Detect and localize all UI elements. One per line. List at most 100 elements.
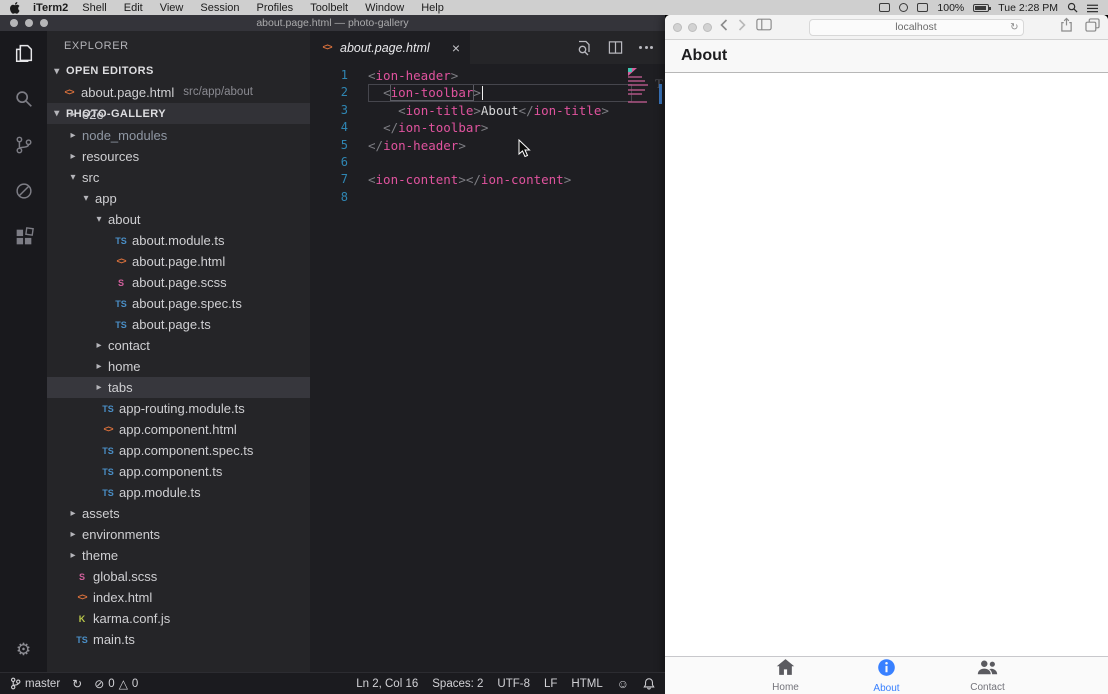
notifications-bell-icon[interactable]	[643, 677, 655, 690]
tree-file-app.component.html[interactable]: <>app.component.html	[47, 419, 310, 440]
editor-scrollbar[interactable]	[659, 84, 662, 104]
chevron-right-icon: ▸	[68, 550, 78, 561]
line-number: 3	[310, 102, 350, 119]
sidebar-toggle-icon[interactable]	[756, 18, 772, 36]
safari-window-controls[interactable]	[673, 23, 712, 32]
editor-area: <> about.page.html × 1<ion-header>2 <ion…	[310, 31, 665, 672]
source-control-icon[interactable]	[12, 133, 36, 157]
tree-file-app.component.ts[interactable]: TSapp.component.ts	[47, 461, 310, 482]
extensions-icon[interactable]	[12, 225, 36, 249]
tree-file-about.page.ts[interactable]: TSabout.page.ts	[47, 314, 310, 335]
status-item[interactable]: UTF-8	[497, 678, 530, 690]
problems-indicator[interactable]: ⊘ 0 △ 0	[94, 677, 138, 691]
tree-file-about.module.ts[interactable]: TSabout.module.ts	[47, 230, 310, 251]
chevron-right-icon: ▸	[68, 508, 78, 519]
tab-close-icon[interactable]: ×	[452, 40, 460, 56]
tree-folder-home[interactable]: ▸home	[47, 356, 310, 377]
vscode-title-bar[interactable]: about.page.html — photo-gallery	[0, 15, 665, 31]
mouse-cursor	[518, 139, 531, 163]
notification-center-icon[interactable]	[1087, 3, 1098, 13]
minimap[interactable]	[628, 68, 648, 105]
back-icon[interactable]	[720, 18, 728, 36]
spotlight-icon[interactable]	[1067, 2, 1078, 13]
forward-icon[interactable]	[738, 18, 746, 36]
tree-file-app.module.ts[interactable]: TSapp.module.ts	[47, 482, 310, 503]
tree-file-index.html[interactable]: <>index.html	[47, 587, 310, 608]
tree-item-label: theme	[82, 548, 118, 563]
menu-edit[interactable]: Edit	[124, 2, 143, 14]
refresh-icon[interactable]: ↻	[1010, 22, 1018, 33]
branch-indicator[interactable]: master	[10, 677, 60, 690]
tree-file-karma.conf.js[interactable]: Kkarma.conf.js	[47, 608, 310, 629]
menu-toolbelt[interactable]: Toolbelt	[310, 2, 348, 14]
tab-contact[interactable]: Contact	[937, 657, 1038, 694]
tree-folder-assets[interactable]: ▸assets	[47, 503, 310, 524]
code-line-1[interactable]: 1<ion-header>	[310, 67, 665, 84]
more-actions-icon[interactable]	[639, 46, 653, 49]
code-line-2[interactable]: 2 <ion-toolbar>	[310, 84, 665, 101]
tree-file-main.ts[interactable]: TSmain.ts	[47, 629, 310, 650]
tree-file-global.scss[interactable]: Sglobal.scss	[47, 566, 310, 587]
code-line-4[interactable]: 4 </ion-toolbar>	[310, 119, 665, 136]
menu-shell[interactable]: Shell	[82, 2, 106, 14]
status-item[interactable]: Ln 2, Col 16	[356, 678, 418, 690]
explorer-title: EXPLORER	[47, 31, 310, 61]
tree-folder-e2e[interactable]: ▸e2e	[47, 104, 310, 125]
sync-icon[interactable]: ↻	[72, 677, 82, 691]
tree-file-app-routing.module.ts[interactable]: TSapp-routing.module.ts	[47, 398, 310, 419]
menubar-misc-icon-1[interactable]	[879, 3, 890, 12]
menu-help[interactable]: Help	[421, 2, 444, 14]
tree-folder-environments[interactable]: ▸environments	[47, 524, 310, 545]
menubar-app-name[interactable]: iTerm2	[33, 2, 68, 14]
open-editor-item[interactable]: <> about.page.html src/app/about	[47, 81, 310, 103]
tree-folder-src[interactable]: ▾src	[47, 167, 310, 188]
chevron-right-icon: ▸	[94, 361, 104, 372]
ts-file-icon: TS	[114, 320, 128, 330]
menubar-misc-icon-2[interactable]	[899, 3, 908, 12]
split-editor-icon[interactable]	[608, 40, 623, 55]
feedback-smiley-icon[interactable]: ☺	[617, 677, 629, 691]
tree-folder-about[interactable]: ▾about	[47, 209, 310, 230]
tree-file-about.page.html[interactable]: <>about.page.html	[47, 251, 310, 272]
tree-folder-resources[interactable]: ▸resources	[47, 146, 310, 167]
address-bar[interactable]: localhost ↻	[809, 19, 1024, 36]
status-item[interactable]: Spaces: 2	[432, 678, 483, 690]
tab-about-page-html[interactable]: <> about.page.html ×	[310, 31, 470, 64]
tree-folder-node_modules[interactable]: ▸node_modules	[47, 125, 310, 146]
tree-file-app.component.spec.ts[interactable]: TSapp.component.spec.ts	[47, 440, 310, 461]
explorer-icon[interactable]	[12, 41, 36, 65]
tree-file-about.page.scss[interactable]: Sabout.page.scss	[47, 272, 310, 293]
vscode-window-controls[interactable]	[10, 19, 48, 27]
tabs-overview-icon[interactable]	[1085, 18, 1100, 37]
status-item[interactable]: LF	[544, 678, 557, 690]
code-line-8[interactable]: 8	[310, 189, 665, 206]
code-line-5[interactable]: 5</ion-header>	[310, 137, 665, 154]
menu-profiles[interactable]: Profiles	[257, 2, 294, 14]
share-icon[interactable]	[1060, 17, 1073, 37]
menubar-misc-icon-3[interactable]	[917, 3, 928, 12]
apple-menu-icon[interactable]	[10, 2, 21, 14]
open-editors-header[interactable]: ▾ OPEN EDITORS	[47, 61, 310, 81]
tree-file-about.page.spec.ts[interactable]: TSabout.page.spec.ts	[47, 293, 310, 314]
tree-folder-contact[interactable]: ▸contact	[47, 335, 310, 356]
menubar-clock[interactable]: Tue 2:28 PM	[998, 2, 1058, 14]
code-line-7[interactable]: 7<ion-content></ion-content>	[310, 171, 665, 188]
menu-session[interactable]: Session	[200, 2, 239, 14]
code-line-3[interactable]: 3 <ion-title>About</ion-title>	[310, 102, 665, 119]
text-cursor	[482, 86, 484, 100]
tree-folder-app[interactable]: ▾app	[47, 188, 310, 209]
status-item[interactable]: HTML	[571, 678, 602, 690]
tree-folder-tabs[interactable]: ▸tabs	[47, 377, 310, 398]
menu-window[interactable]: Window	[365, 2, 404, 14]
tab-home[interactable]: Home	[735, 657, 836, 694]
code-editor[interactable]: 1<ion-header>2 <ion-toolbar>3 <ion-title…	[310, 64, 665, 672]
open-changes-icon[interactable]	[576, 40, 592, 56]
battery-icon[interactable]	[973, 4, 989, 12]
search-icon[interactable]	[12, 87, 36, 111]
code-line-6[interactable]: 6	[310, 154, 665, 171]
menu-view[interactable]: View	[160, 2, 184, 14]
settings-gear-icon[interactable]: ⚙	[0, 640, 47, 660]
debug-icon[interactable]	[12, 179, 36, 203]
tree-folder-theme[interactable]: ▸ theme	[47, 545, 310, 566]
tab-about[interactable]: About	[836, 657, 937, 694]
